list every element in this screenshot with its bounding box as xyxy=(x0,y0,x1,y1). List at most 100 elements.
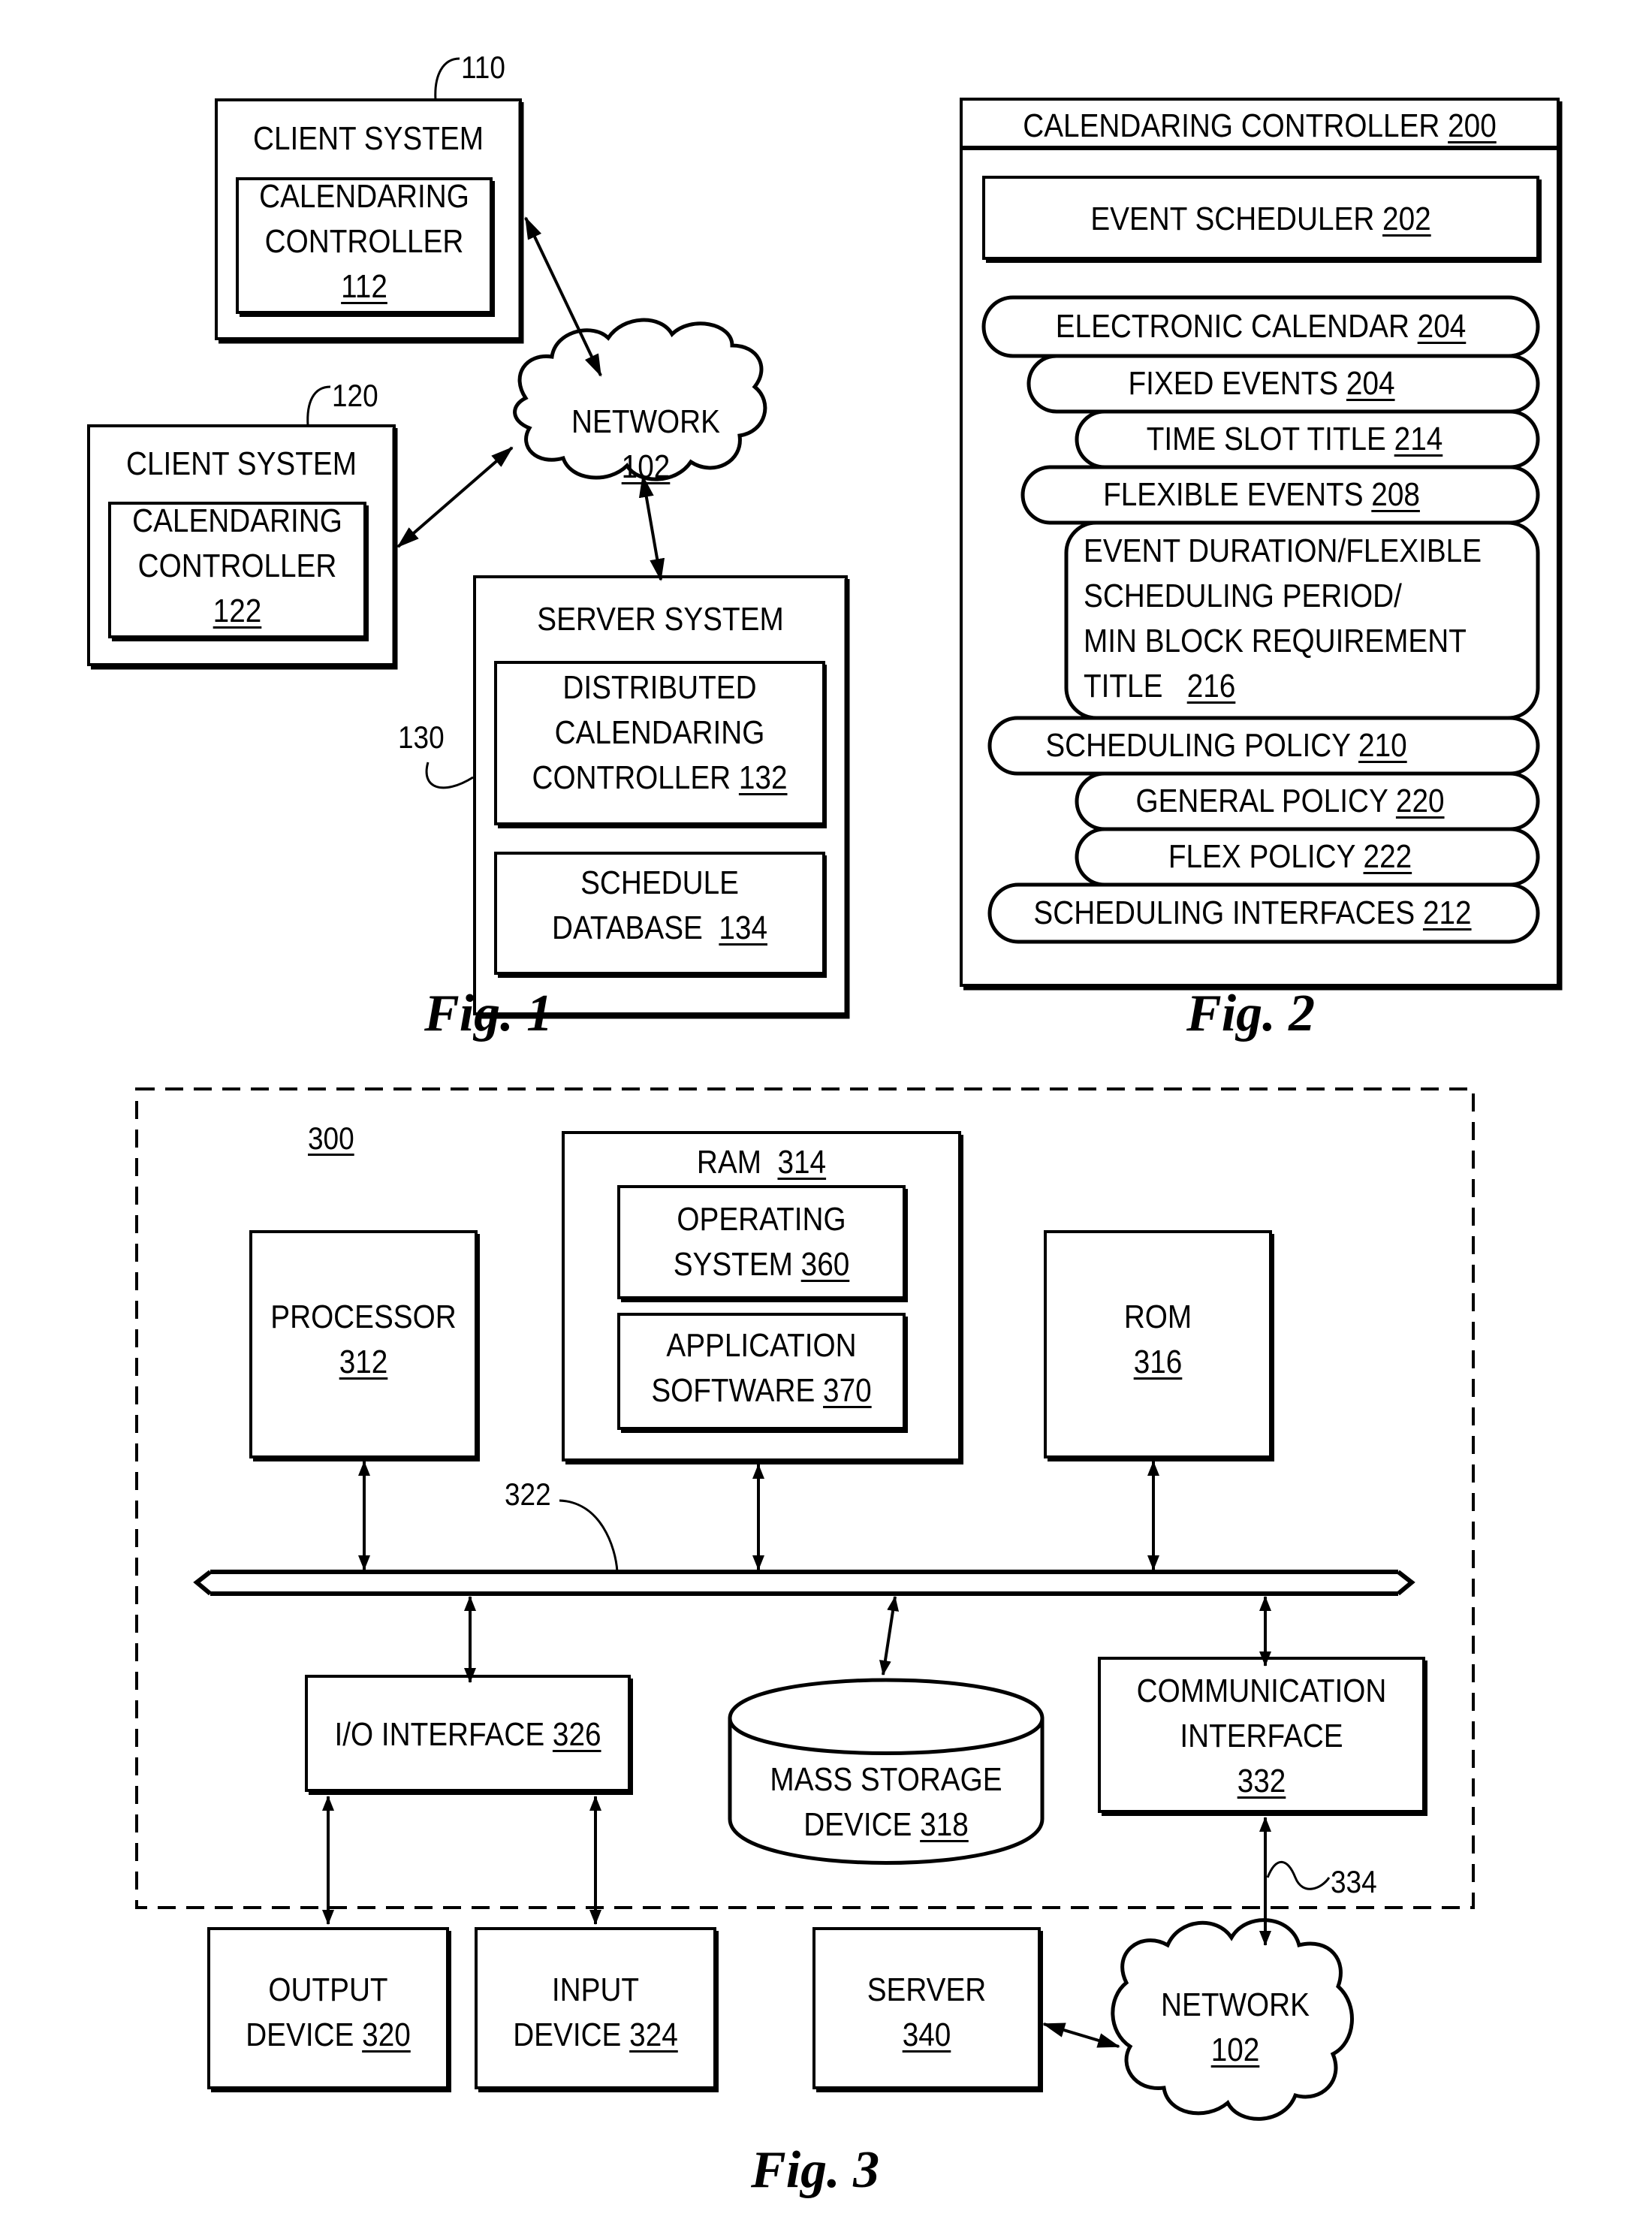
fig2-item-number: 212 xyxy=(1422,894,1472,931)
client-system-110-title: CLIENT SYSTEM xyxy=(253,120,484,157)
fig2-item-text: SCHEDULING POLICY xyxy=(1045,727,1351,764)
network-fig3-number: 102 xyxy=(1210,2032,1260,2068)
fig2-item-text: GENERAL POLICY xyxy=(1135,783,1388,819)
fig2-caption: Fig. 2 xyxy=(1186,985,1316,1042)
event-scheduler-202-label: EVENT SCHEDULER 202 xyxy=(1017,197,1504,242)
fig3-caption: Fig. 3 xyxy=(751,2141,880,2199)
distributed-controller-line3: CONTROLLER 132 xyxy=(515,756,804,801)
ref-leader-130 xyxy=(425,762,474,789)
os-line1: OPERATING xyxy=(677,1201,846,1238)
rom-label: ROM xyxy=(1123,1299,1192,1335)
controller-112-number: 112 xyxy=(341,268,387,305)
fig2-item-text: TIME SLOT TITLE xyxy=(1146,421,1386,457)
controller-122-line1: CALENDARING xyxy=(132,502,342,539)
duration-block-title-text: TITLE xyxy=(1084,668,1163,704)
mass-storage-line1: MASS STORAGE xyxy=(770,1761,1002,1798)
os-line2: SYSTEM 360 xyxy=(636,1242,887,1287)
duration-block-line4: TITLE 216 xyxy=(1084,664,1235,709)
comm-line2: INTERFACE xyxy=(1180,1718,1343,1754)
fig2-item-number: 208 xyxy=(1371,476,1420,513)
fig2-item-number: 210 xyxy=(1358,727,1407,764)
ref-130: 130 xyxy=(398,719,445,755)
duration-block-line3: MIN BLOCK REQUIREMENT xyxy=(1084,623,1467,659)
client-system-120-title: CLIENT SYSTEM xyxy=(126,445,357,482)
duration-block-number: 216 xyxy=(1186,668,1236,704)
processor-label: PROCESSOR xyxy=(270,1299,457,1335)
output-device-text: DEVICE xyxy=(246,2016,354,2053)
ref-leader-120 xyxy=(306,385,331,427)
link-client120-network xyxy=(396,446,514,548)
controller-112-line2: CONTROLLER xyxy=(264,223,464,260)
mass-storage-line2: DEVICE 318 xyxy=(749,1802,1023,1848)
server-system-title: SERVER SYSTEM xyxy=(537,601,784,638)
ref-334: 334 xyxy=(1331,1864,1377,1899)
duration-block-line2: SCHEDULING PERIOD/ xyxy=(1084,578,1402,614)
link-server-network xyxy=(1042,2022,1120,2048)
app-line1: APPLICATION xyxy=(666,1327,857,1364)
distributed-controller-line2: CALENDARING xyxy=(554,714,765,751)
server-340-label: SERVER xyxy=(867,1971,987,2008)
ram-number: 314 xyxy=(777,1144,827,1181)
app-text: SOFTWARE xyxy=(651,1372,815,1409)
fig2-item-number: 204 xyxy=(1417,308,1467,345)
os-number: 360 xyxy=(800,1246,850,1283)
ref-leader-110 xyxy=(434,57,460,101)
ref-leader-322 xyxy=(559,1499,619,1573)
app-line2: SOFTWARE 370 xyxy=(636,1368,887,1413)
fig2-item-label: FLEX POLICY 222 xyxy=(1102,834,1478,879)
duration-block-line1: EVENT DURATION/FLEXIBLE xyxy=(1084,532,1482,569)
link-network-server xyxy=(638,475,665,581)
server-340-number: 340 xyxy=(902,2016,951,2053)
ref-leader-334 xyxy=(1266,1860,1331,1890)
fig2-title-number: 200 xyxy=(1448,107,1497,144)
app-number: 370 xyxy=(823,1372,872,1409)
ref-300: 300 xyxy=(308,1121,354,1156)
schedule-database-number: 134 xyxy=(719,909,767,946)
fig2-item-label: SCHEDULING INTERFACES 212 xyxy=(1021,891,1484,936)
controller-122-line2: CONTROLLER xyxy=(137,547,337,584)
event-scheduler-text: EVENT SCHEDULER xyxy=(1090,201,1375,237)
output-device-line2: DEVICE 320 xyxy=(223,2013,433,2058)
controller-122-number: 122 xyxy=(213,593,262,629)
controller-112-line1: CALENDARING xyxy=(259,178,469,215)
fig1-caption: Fig. 1 xyxy=(424,985,553,1042)
io-text: I/O INTERFACE xyxy=(334,1716,545,1753)
ref-322: 322 xyxy=(505,1477,551,1512)
io-number: 326 xyxy=(552,1716,601,1753)
link-client110-network xyxy=(524,216,602,377)
fig2-title-text: CALENDARING CONTROLLER xyxy=(1023,107,1440,144)
ref-110: 110 xyxy=(461,50,505,85)
fig2-item-label: ELECTRONIC CALENDAR 204 xyxy=(1017,304,1504,349)
schedule-database-line2: DATABASE 134 xyxy=(515,906,804,951)
system-bus-322 xyxy=(193,1570,1415,1596)
network-102-number: 102 xyxy=(621,448,671,485)
io-interface-label: I/O INTERFACE 326 xyxy=(326,1712,610,1757)
fig2-item-number: 222 xyxy=(1363,838,1412,875)
schedule-database-line1: SCHEDULE xyxy=(580,864,739,901)
distributed-controller-number: 132 xyxy=(738,759,788,796)
distributed-controller-line1: DISTRIBUTED xyxy=(562,669,757,706)
input-device-text: DEVICE xyxy=(513,2016,622,2053)
fig2-item-text: FIXED EVENTS xyxy=(1128,365,1339,402)
fig2-item-text: FLEX POLICY xyxy=(1168,838,1355,875)
ref-120: 120 xyxy=(332,378,378,413)
mass-storage-text: DEVICE xyxy=(803,1806,912,1843)
network-fig3-label: NETWORK xyxy=(1161,1986,1310,2023)
fig2-item-label: SCHEDULING POLICY 210 xyxy=(1018,723,1434,768)
calendaring-controller-200-title: CALENDARING CONTROLLER 200 xyxy=(997,104,1523,149)
fig2-item-label: FIXED EVENTS 204 xyxy=(1057,361,1467,406)
comm-line1: COMMUNICATION xyxy=(1136,1673,1387,1709)
comm-number: 332 xyxy=(1237,1763,1286,1799)
mass-storage-number: 318 xyxy=(920,1806,969,1843)
input-device-line2: DEVICE 324 xyxy=(490,2013,701,2058)
rom-number: 316 xyxy=(1133,1344,1183,1380)
output-device-number: 320 xyxy=(362,2016,411,2053)
output-device-line1: OUTPUT xyxy=(268,1971,388,2008)
os-text: SYSTEM xyxy=(673,1246,793,1283)
fig2-item-number: 214 xyxy=(1394,421,1443,457)
input-device-line1: INPUT xyxy=(551,1971,640,2008)
ram-label: RAM 314 xyxy=(587,1140,936,1185)
event-scheduler-number: 202 xyxy=(1382,201,1431,237)
fig2-item-text: FLEXIBLE EVENTS xyxy=(1103,476,1364,513)
fig2-item-text: ELECTRONIC CALENDAR xyxy=(1055,308,1409,345)
